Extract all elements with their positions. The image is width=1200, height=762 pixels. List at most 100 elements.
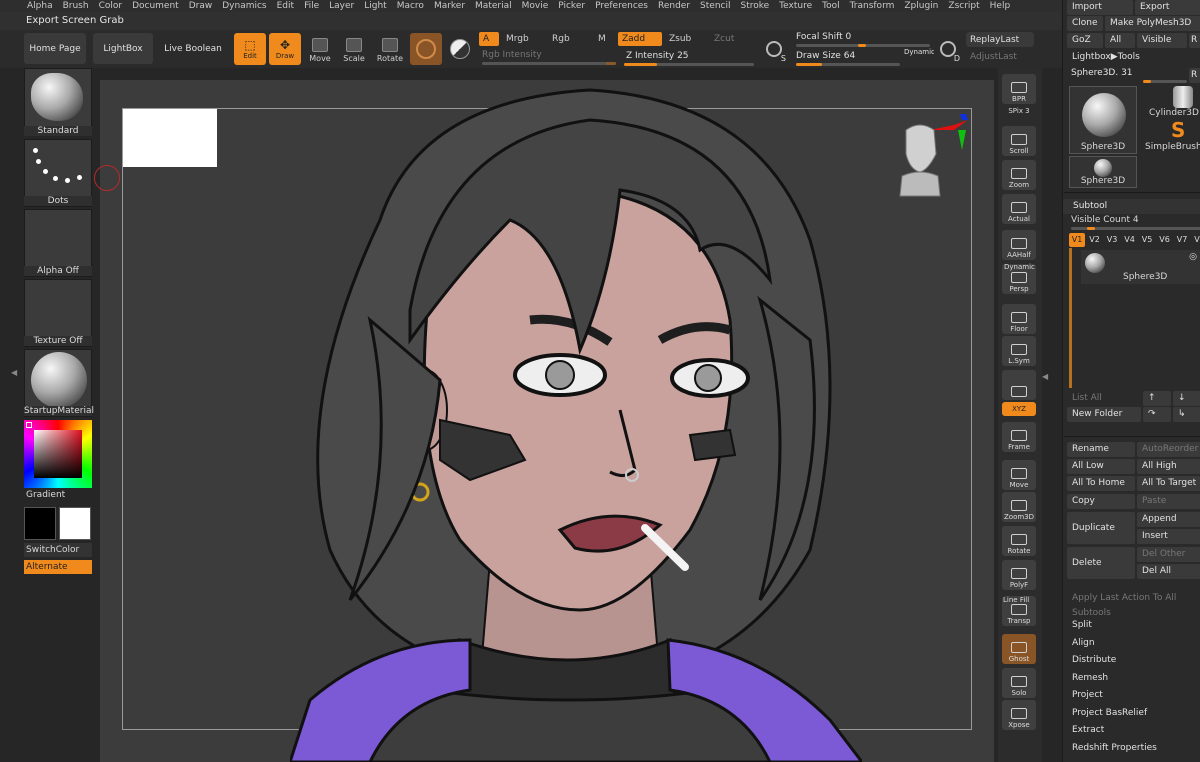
- aahalf-button[interactable]: AAHalf: [1002, 230, 1036, 260]
- switch-color-button[interactable]: SwitchColor: [24, 543, 92, 557]
- tool-r-button[interactable]: R: [1189, 68, 1200, 83]
- menu-item[interactable]: Light: [359, 0, 391, 12]
- menu-item[interactable]: Draw: [184, 0, 218, 12]
- scroll-button[interactable]: Scroll: [1002, 126, 1036, 156]
- section-project[interactable]: Project: [1069, 687, 1200, 703]
- subtool-tab-v7[interactable]: V7: [1174, 233, 1190, 247]
- rotate-button[interactable]: Rotate: [1002, 526, 1036, 556]
- s-sculptris-button[interactable]: S: [760, 34, 788, 64]
- scale-mode-button[interactable]: Scale: [337, 33, 371, 67]
- menu-item[interactable]: Render: [653, 0, 695, 12]
- tool-thumbnail-sphere[interactable]: Sphere3D: [1069, 86, 1137, 154]
- menu-item[interactable]: Brush: [58, 0, 94, 12]
- menu-item[interactable]: Document: [127, 0, 184, 12]
- menu-item[interactable]: Stencil: [695, 0, 735, 12]
- color-picker[interactable]: [24, 420, 92, 488]
- left-shelf-collapse-icon[interactable]: ◀: [11, 368, 17, 377]
- subtool-tab-v2[interactable]: V2: [1087, 233, 1103, 247]
- right-shelf-collapse-icon[interactable]: ◀: [1042, 372, 1048, 381]
- mrgb-toggle[interactable]: Mrgb: [502, 32, 546, 46]
- primary-color-swatch[interactable]: [24, 507, 56, 540]
- menu-item[interactable]: Preferences: [590, 0, 653, 12]
- apply-last-action-button[interactable]: Apply Last Action To All Subtools: [1067, 591, 1200, 618]
- dynamic-label[interactable]: Dynamic: [904, 48, 935, 56]
- live-boolean-button[interactable]: Live Boolean: [162, 33, 224, 64]
- menu-item[interactable]: Edit: [272, 0, 299, 12]
- menu-item[interactable]: Stroke: [735, 0, 774, 12]
- lightbox-button[interactable]: LightBox: [93, 33, 153, 64]
- menu-item[interactable]: Color: [94, 0, 128, 12]
- section-distribute[interactable]: Distribute: [1069, 652, 1200, 668]
- subtool-item[interactable]: ◎ Sphere3D: [1081, 250, 1200, 284]
- m-toggle[interactable]: M: [594, 32, 614, 46]
- duplicate-button[interactable]: Duplicate: [1067, 512, 1135, 544]
- xpose-button[interactable]: Xpose: [1002, 700, 1036, 730]
- lightbox-tools-button[interactable]: Lightbox▶Tools: [1067, 50, 1200, 65]
- actual-button[interactable]: Actual: [1002, 194, 1036, 224]
- list-all-button[interactable]: List All: [1067, 391, 1141, 406]
- menu-item[interactable]: Alpha: [22, 0, 58, 12]
- menu-item[interactable]: Macro: [392, 0, 429, 12]
- menu-item[interactable]: Zscript: [943, 0, 984, 12]
- make-polymesh-button[interactable]: Make PolyMesh3D: [1105, 16, 1200, 31]
- menu-item[interactable]: Zplugin: [899, 0, 943, 12]
- zcut-toggle[interactable]: Zcut: [710, 32, 752, 46]
- all-high-button[interactable]: All High: [1137, 459, 1200, 474]
- menu-item[interactable]: Tool: [817, 0, 844, 12]
- zoom-button[interactable]: Zoom: [1002, 160, 1036, 190]
- del-other-button[interactable]: Del Other: [1137, 547, 1200, 562]
- export-button[interactable]: Export: [1135, 0, 1200, 15]
- subtool-tab-v6[interactable]: V6: [1157, 233, 1173, 247]
- visible-count[interactable]: Visible Count 4: [1071, 215, 1139, 225]
- frame-button[interactable]: Frame: [1002, 422, 1036, 452]
- home-page-button[interactable]: Home Page: [24, 33, 86, 64]
- goz-button[interactable]: GoZ: [1067, 33, 1103, 48]
- lsym-button[interactable]: L.Sym: [1002, 336, 1036, 366]
- tool-thumbnail-cylinder[interactable]: Cylinder3D: [1141, 86, 1200, 120]
- a-toggle[interactable]: A: [479, 32, 499, 46]
- section-align[interactable]: Align: [1069, 635, 1200, 651]
- append-button[interactable]: Append: [1137, 512, 1200, 527]
- ghost-button[interactable]: Ghost: [1002, 634, 1036, 664]
- auto-reorder-button[interactable]: AutoReorder: [1137, 442, 1200, 457]
- menu-item[interactable]: Movie: [517, 0, 554, 12]
- edit-mode-button[interactable]: ⬚ Edit: [234, 33, 266, 65]
- draw-mode-button[interactable]: ✥ Draw: [269, 33, 301, 65]
- d-lazy-mouse-button[interactable]: D: [934, 34, 962, 64]
- material-swatch-button[interactable]: [410, 33, 442, 65]
- goz-all-button[interactable]: All: [1105, 33, 1135, 48]
- insert-button[interactable]: Insert: [1137, 529, 1200, 544]
- alternate-button[interactable]: Alternate: [24, 560, 92, 574]
- menu-item[interactable]: Transform: [845, 0, 900, 12]
- subtool-list-scrollbar[interactable]: [1069, 248, 1072, 388]
- section-extract[interactable]: Extract: [1069, 722, 1200, 738]
- section-project-basrelief[interactable]: Project BasRelief: [1069, 705, 1200, 721]
- move-mode-button[interactable]: Move: [303, 33, 337, 67]
- folder-up-icon[interactable]: ↷: [1143, 407, 1171, 422]
- new-folder-button[interactable]: New Folder: [1067, 407, 1141, 422]
- folder-down-icon[interactable]: ↳: [1173, 407, 1200, 422]
- paste-button[interactable]: Paste: [1137, 494, 1200, 509]
- subtool-tab-v4[interactable]: V4: [1122, 233, 1138, 247]
- menu-item[interactable]: File: [299, 0, 324, 12]
- rotate-mode-button[interactable]: Rotate: [373, 33, 407, 67]
- del-all-button[interactable]: Del All: [1137, 564, 1200, 579]
- section-remesh[interactable]: Remesh: [1069, 670, 1200, 686]
- rgb-toggle[interactable]: Rgb: [548, 32, 592, 46]
- subtool-tab-v5[interactable]: V5: [1139, 233, 1155, 247]
- secondary-color-swatch[interactable]: [59, 507, 91, 540]
- menu-item[interactable]: Layer: [324, 0, 359, 12]
- tool-thumbnail-simplebrush[interactable]: S SimpleBrush: [1141, 120, 1200, 154]
- move-down-arrow-icon[interactable]: ↓: [1173, 391, 1200, 406]
- floor-button[interactable]: Floor: [1002, 304, 1036, 334]
- delete-button[interactable]: Delete: [1067, 547, 1135, 579]
- rename-button[interactable]: Rename: [1067, 442, 1135, 457]
- all-to-home-button[interactable]: All To Home: [1067, 476, 1135, 491]
- polyf-button[interactable]: PolyF: [1002, 560, 1036, 590]
- all-to-target-button[interactable]: All To Target: [1137, 476, 1200, 491]
- replay-last-button[interactable]: ReplayLast: [966, 32, 1034, 47]
- tool-thumbnail-sphere-small[interactable]: Sphere3D: [1069, 156, 1137, 188]
- section-redshift-properties[interactable]: Redshift Properties: [1069, 740, 1200, 756]
- color-square[interactable]: [34, 430, 82, 478]
- copy-button[interactable]: Copy: [1067, 494, 1135, 509]
